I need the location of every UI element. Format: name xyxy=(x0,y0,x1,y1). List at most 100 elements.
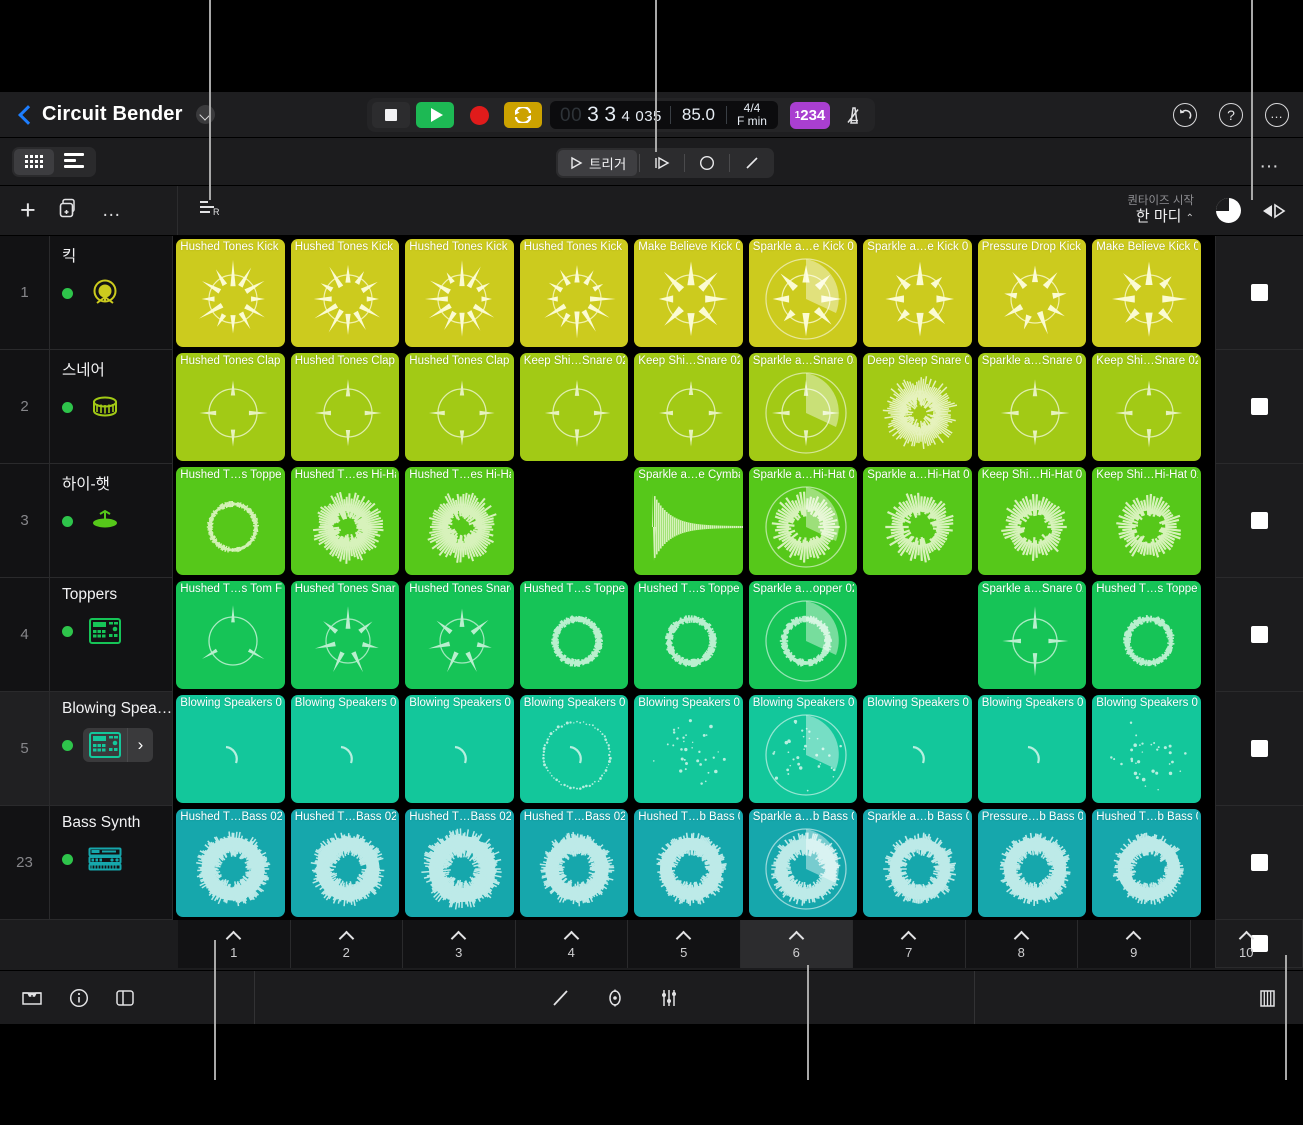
track-header[interactable]: 5 Blowing Spea… › xyxy=(0,692,173,806)
loop-cell[interactable]: Keep Shi…Snare 02 xyxy=(516,350,632,464)
panel-icon[interactable] xyxy=(114,987,136,1009)
loop-cell[interactable]: Deep Sleep Snare 03 xyxy=(860,350,975,464)
loop-cell[interactable]: Hushed T…es Hi-Hat xyxy=(402,464,517,578)
lcd-tempo[interactable]: 85.0 xyxy=(671,105,726,125)
track-enabled-led[interactable] xyxy=(62,625,73,637)
loop-cell[interactable]: Sparkle a…Snare 03 xyxy=(745,350,861,464)
scene-trigger-1[interactable]: 1 xyxy=(178,920,291,968)
line-button[interactable] xyxy=(730,150,774,176)
loop-cell[interactable]: Keep Shi…Hi-Hat 01 xyxy=(1089,464,1204,578)
mixer-icon[interactable] xyxy=(658,987,680,1009)
scene-trigger-5[interactable]: 5 xyxy=(628,920,741,968)
instrument-button[interactable] xyxy=(83,276,127,310)
loop-cell[interactable]: Make Believe Kick 01 xyxy=(1089,236,1204,350)
lcd-display[interactable]: 00 3 3 4 035 85.0 4/4 F min xyxy=(550,101,778,129)
loop-cell[interactable]: Pressure…b Bass 01 xyxy=(974,806,1090,920)
loop-cell[interactable]: Blowing Speakers 04 xyxy=(1089,692,1204,806)
empty-cell[interactable] xyxy=(860,578,975,692)
loop-cell[interactable]: Blowing Speakers 01 xyxy=(287,692,403,806)
count-in-button[interactable]: 1 234 xyxy=(789,101,830,129)
loop-cell[interactable]: Sparkle a…Hi-Hat 02 xyxy=(745,464,861,578)
row-stop-cell[interactable] xyxy=(1216,578,1303,692)
loop-cell[interactable]: Hushed T…b Bass 01 xyxy=(631,806,746,920)
stop-all-icon[interactable] xyxy=(1251,284,1268,301)
keyboard-icon[interactable] xyxy=(1255,987,1279,1009)
play-button[interactable] xyxy=(416,102,454,128)
loop-cell[interactable]: Hushed Tones Kick xyxy=(516,236,632,350)
track-header[interactable]: 2 스네어 xyxy=(0,350,173,464)
track-header[interactable]: 4 Toppers xyxy=(0,578,173,692)
scene-trigger-8[interactable]: 8 xyxy=(966,920,1078,968)
instrument-button[interactable] xyxy=(83,842,127,876)
loop-cell[interactable]: Sparkle a…Snare 02 xyxy=(974,578,1090,692)
cycle-button[interactable] xyxy=(504,102,542,128)
loop-cell[interactable]: Sparkle a…e Cymbal xyxy=(631,464,746,578)
stop-all-icon[interactable] xyxy=(1251,854,1268,871)
loop-cell[interactable]: Blowing Speakers 02 xyxy=(402,692,517,806)
loop-cell[interactable]: Blowing Speakers 05 xyxy=(745,692,861,806)
back-chevron-icon[interactable] xyxy=(18,104,32,126)
track-enabled-led[interactable] xyxy=(62,401,73,413)
grid-view-button[interactable] xyxy=(14,148,54,175)
loop-cell[interactable]: Hushed T…s Tom Fill xyxy=(173,578,288,692)
loop-cell[interactable]: Sparkle a…opper 02 xyxy=(745,578,861,692)
loop-cell[interactable]: Hushed Tones Clap xyxy=(173,350,288,464)
row-stop-cell[interactable] xyxy=(1216,350,1303,464)
loop-cell[interactable]: Hushed Tones Snare xyxy=(287,578,403,692)
loop-cell[interactable]: Sparkle a…Hi-Hat 02 xyxy=(860,464,975,578)
loop-cell[interactable]: Keep Shi…Snare 02 xyxy=(1089,350,1204,464)
loop-cell[interactable]: Make Believe Kick 01 xyxy=(631,236,746,350)
stop-all-icon[interactable] xyxy=(1251,512,1268,529)
trigger-button[interactable]: 트리거 xyxy=(558,150,638,176)
record-button[interactable] xyxy=(460,102,498,128)
loop-cell[interactable]: Keep Shi…Snare 02 xyxy=(631,350,746,464)
track-enabled-led[interactable] xyxy=(62,287,73,299)
row-stop-cell[interactable] xyxy=(1216,806,1303,920)
stop-button[interactable] xyxy=(372,102,410,128)
loop-cell[interactable]: Blowing Speakers 06 xyxy=(974,692,1090,806)
play-stop-all-button[interactable] xyxy=(1259,202,1289,220)
loop-cell[interactable]: Blowing Speakers 06 xyxy=(860,692,975,806)
automation-icon[interactable] xyxy=(604,987,626,1009)
row-settings-button[interactable]: R xyxy=(198,197,222,224)
loop-cell[interactable]: Hushed Tones Snare xyxy=(402,578,517,692)
circle-button[interactable] xyxy=(685,150,729,176)
loop-cell[interactable]: Hushed T…es Hi-Hat xyxy=(287,464,403,578)
chevron-right-icon[interactable]: › xyxy=(127,728,153,762)
list-view-button[interactable] xyxy=(54,149,94,175)
loop-cell[interactable]: Hushed T…Bass 02 xyxy=(287,806,403,920)
scene-trigger-2[interactable]: 2 xyxy=(291,920,403,968)
loop-cell[interactable]: Hushed T…s Topper xyxy=(516,578,632,692)
empty-cell[interactable] xyxy=(516,464,632,578)
pencil-icon[interactable] xyxy=(550,987,572,1009)
scene-trigger-7[interactable]: 7 xyxy=(853,920,966,968)
duplicate-button[interactable] xyxy=(58,197,80,224)
loop-cell[interactable]: Sparkle a…b Bass 01 xyxy=(860,806,975,920)
loop-cell[interactable]: Pressure Drop Kick xyxy=(974,236,1090,350)
more-options-icon[interactable]: … xyxy=(1265,103,1289,127)
track-enabled-led[interactable] xyxy=(62,515,73,527)
stop-all-icon[interactable] xyxy=(1251,626,1268,643)
row-stop-cell[interactable] xyxy=(1216,692,1303,806)
loop-cell[interactable]: Blowing Speakers 01 xyxy=(173,692,288,806)
metronome-button[interactable] xyxy=(838,101,870,129)
track-header[interactable]: 23 Bass Synth xyxy=(0,806,173,920)
instrument-button[interactable] xyxy=(83,504,127,538)
undo-icon[interactable] xyxy=(1173,103,1197,127)
track-enabled-led[interactable] xyxy=(62,853,73,865)
info-icon[interactable] xyxy=(68,987,90,1009)
loop-cell[interactable]: Hushed T…Bass 02 xyxy=(516,806,632,920)
stop-all-icon[interactable] xyxy=(1251,398,1268,415)
loop-cell[interactable]: Hushed T…s Topper xyxy=(1089,578,1204,692)
loop-cell[interactable]: Hushed T…Bass 02 xyxy=(173,806,288,920)
scene-trigger-9[interactable]: 9 xyxy=(1078,920,1191,968)
loop-cell[interactable]: Sparkle a…e Kick 01 xyxy=(745,236,861,350)
loop-cell[interactable]: Blowing Speakers 04 xyxy=(631,692,746,806)
half-circle-icon[interactable] xyxy=(1216,198,1241,223)
loop-cell[interactable]: Hushed T…Bass 02 xyxy=(402,806,517,920)
loop-cell[interactable]: Hushed Tones Kick xyxy=(402,236,517,350)
quantize-start-control[interactable]: 퀀타이즈 시작 한 마디 ⌃ xyxy=(1127,195,1198,225)
instrument-button[interactable] xyxy=(83,614,127,648)
loop-cell[interactable]: Blowing Speakers 03 xyxy=(516,692,632,806)
loop-cell[interactable]: Keep Shi…Hi-Hat 01 xyxy=(974,464,1090,578)
